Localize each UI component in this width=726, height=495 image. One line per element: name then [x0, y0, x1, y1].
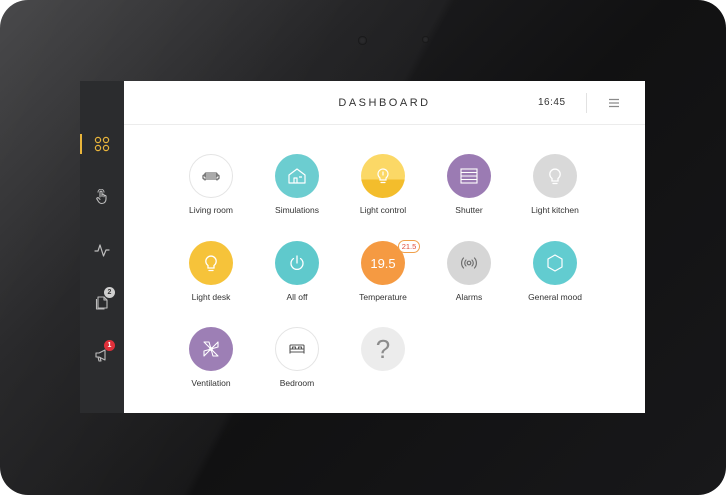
tile-circle	[189, 154, 233, 198]
bed-icon	[289, 344, 305, 354]
pulse-icon	[94, 244, 110, 257]
tile-label: Light kitchen	[531, 205, 579, 215]
tile-label: Alarms	[455, 292, 483, 302]
tile-ventilation[interactable]: Ventilation	[169, 327, 253, 407]
notifications-badge: 1	[104, 340, 115, 351]
hamburger-icon	[609, 98, 619, 108]
tile-bedroom[interactable]: Bedroom	[255, 327, 339, 407]
tile-circle	[275, 154, 319, 198]
main-panel: DASHBOARD 16:45 Living room Simulations …	[124, 81, 645, 413]
screen: 2 1 DASHBOARD 16:45 Living room Simulati…	[80, 81, 645, 413]
tile-circle	[447, 154, 491, 198]
sidebar-item-scenes[interactable]	[80, 182, 124, 212]
light-dimmer-icon	[377, 168, 389, 184]
header-divider	[586, 93, 587, 113]
tile-circle: ?	[361, 327, 405, 371]
tile-unknown[interactable]: ?	[341, 327, 425, 407]
tile-label: Light control	[359, 205, 407, 215]
question-icon: ?	[375, 333, 391, 364]
clock: 16:45	[538, 97, 566, 108]
documents-badge: 2	[104, 287, 115, 298]
tile-circle	[275, 327, 319, 371]
tile-simulations[interactable]: Simulations	[255, 154, 339, 234]
camera-lens	[358, 36, 367, 45]
menu-button[interactable]	[606, 95, 622, 111]
tablet-device: 2 1 DASHBOARD 16:45 Living room Simulati…	[0, 0, 726, 495]
temperature-setpoint-badge: 21.5	[398, 240, 420, 253]
tile-all-off[interactable]: All off	[255, 241, 339, 321]
tile-label: Living room	[189, 205, 233, 215]
sidebar-item-documents[interactable]: 2	[80, 287, 124, 317]
tile-temperature[interactable]: 19.5 21.5 Temperature	[341, 240, 425, 321]
tile-living-room[interactable]: Living room	[169, 154, 253, 234]
tile-light-kitchen[interactable]: Light kitchen	[513, 154, 597, 234]
tile-label: Simulations	[275, 205, 319, 215]
tile-label: General mood	[528, 292, 582, 302]
tile-light-desk[interactable]: Light desk	[169, 241, 253, 321]
tile-label: Bedroom	[279, 378, 315, 388]
grid-icon	[94, 136, 110, 152]
tile-circle	[189, 241, 233, 285]
page-title: DASHBOARD	[338, 97, 431, 109]
power-icon	[290, 255, 304, 270]
header: DASHBOARD 16:45	[124, 81, 645, 125]
sidebar-item-monitoring[interactable]	[80, 235, 124, 265]
alarm-signal-icon	[461, 257, 477, 269]
hexagon-icon	[547, 254, 563, 272]
hand-touch-icon	[96, 189, 107, 205]
tile-circle	[447, 241, 491, 285]
tile-general-mood[interactable]: General mood	[513, 241, 597, 321]
tile-shutter[interactable]: Shutter	[427, 154, 511, 234]
tile-circle	[189, 327, 233, 371]
light-sensor	[422, 36, 429, 43]
sidebar-item-notifications[interactable]: 1	[80, 340, 124, 370]
sidebar-item-dashboard[interactable]	[80, 129, 124, 159]
tile-circle	[533, 154, 577, 198]
tile-light-control[interactable]: Light control	[341, 154, 425, 234]
shutter-icon	[460, 168, 478, 184]
tile-label: Light desk	[191, 292, 231, 302]
tile-label: Ventilation	[191, 378, 231, 388]
tile-alarms[interactable]: Alarms	[427, 241, 511, 321]
tile-circle	[361, 154, 405, 198]
sidebar: 2 1	[80, 81, 124, 413]
bulb-icon	[549, 168, 561, 185]
tile-label: Temperature	[359, 292, 407, 302]
tile-circle	[275, 241, 319, 285]
tile-circle	[533, 241, 577, 285]
tile-label: All off	[286, 292, 308, 302]
temperature-value: 19.5	[370, 255, 396, 271]
tile-label: Shutter	[455, 205, 483, 215]
bulb-icon	[205, 255, 217, 272]
sofa-icon	[202, 172, 220, 181]
house-icon	[288, 168, 306, 184]
ventilation-icon	[203, 341, 219, 357]
